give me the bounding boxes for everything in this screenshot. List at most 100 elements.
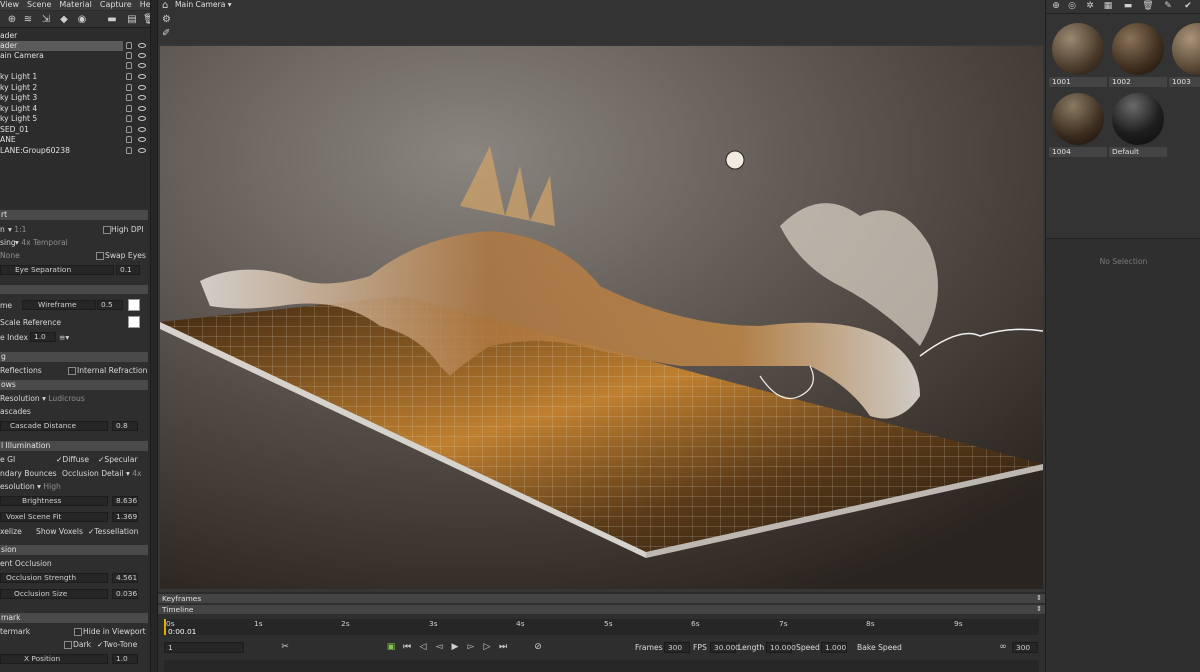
eye-icon[interactable] <box>138 116 146 121</box>
folder-icon[interactable]: ▬ <box>106 14 118 25</box>
stereo-mode-dropdown[interactable]: None <box>0 251 20 261</box>
record-icon[interactable]: ⊘ <box>533 642 543 654</box>
x-position-slider[interactable]: X Position <box>0 654 108 664</box>
eye-icon[interactable] <box>138 137 146 142</box>
timeline-header[interactable]: Timeline ⇕ <box>158 605 1045 614</box>
collapse-icon[interactable]: ⇕ <box>1036 605 1042 614</box>
material-tile-1004[interactable]: 1004 <box>1049 90 1107 160</box>
tree-row-sky-light-4[interactable]: ky Light 4 <box>0 104 150 114</box>
section-header-occlusion[interactable]: sion <box>0 545 148 555</box>
frame-field[interactable]: 1 <box>164 642 244 653</box>
occlusion-strength-slider[interactable]: Occlusion Strength <box>0 573 108 583</box>
edit-icon[interactable]: ✎ <box>1162 1 1174 13</box>
fps-field[interactable]: 30.000 <box>710 642 740 653</box>
cascade-distance-slider[interactable]: Cascade Distance <box>0 421 108 431</box>
eye-separation-value[interactable]: 0.1 <box>116 265 140 275</box>
tree-row-main-camera[interactable]: ain Camera <box>0 51 150 61</box>
environment-icon[interactable]: ◉ <box>76 14 88 25</box>
x-position-value[interactable]: 1.0 <box>112 654 138 664</box>
prev-frame-icon[interactable]: ◅ <box>434 642 444 654</box>
eye-icon[interactable] <box>138 74 146 79</box>
eye-icon[interactable] <box>138 85 146 90</box>
lock-icon[interactable] <box>126 147 132 154</box>
eye-icon[interactable] <box>138 43 146 48</box>
specular-checkbox[interactable]: ✓Specular <box>98 455 138 465</box>
tree-row-plane-group[interactable]: LANE:Group60238 <box>0 146 150 156</box>
section-header-shadows[interactable]: ows <box>0 380 148 390</box>
eye-icon[interactable] <box>138 53 146 58</box>
sun-light-icon[interactable] <box>725 150 745 170</box>
tree-row-sky-light-2[interactable]: ky Light 2 <box>0 83 150 93</box>
playhead[interactable] <box>164 619 166 635</box>
lock-icon[interactable] <box>126 62 132 69</box>
swap-eyes-checkbox[interactable] <box>96 252 104 260</box>
material-icon[interactable]: ◆ <box>58 14 70 25</box>
two-tone-checkbox[interactable]: ✓Two-Tone <box>97 640 137 650</box>
keyframes-header[interactable]: Keyframes ⇕ <box>158 594 1045 603</box>
eye-icon[interactable] <box>138 148 146 153</box>
lock-icon[interactable] <box>126 52 132 59</box>
check-icon[interactable]: ✔ <box>1182 1 1194 13</box>
tree-row-sky-light-5[interactable]: ky Light 5 <box>0 114 150 124</box>
add-object-icon[interactable]: ⊕ <box>6 14 18 25</box>
next-key-icon[interactable]: ▷ <box>482 642 492 654</box>
scale-reference-swatch[interactable] <box>128 316 140 328</box>
scissors-icon[interactable]: ✂ <box>280 642 290 654</box>
viewport[interactable] <box>158 44 1045 592</box>
voxelize-button[interactable]: xelize <box>0 527 22 537</box>
lock-icon[interactable] <box>126 84 132 91</box>
skip-end-icon[interactable]: ⏭ <box>498 642 508 654</box>
index-value[interactable]: 1.0 <box>30 332 56 342</box>
lock-icon[interactable] <box>126 136 132 143</box>
folder-icon[interactable]: ▬ <box>1122 1 1134 13</box>
material-tile-1002[interactable]: 1002 <box>1109 20 1167 90</box>
frames-field[interactable]: 300 <box>664 642 690 653</box>
gear-icon[interactable]: ⚙ <box>162 14 171 25</box>
next-frame-icon[interactable]: ▻ <box>466 642 476 654</box>
occlusion-strength-value[interactable]: 4.561 <box>112 573 138 583</box>
internal-refraction-checkbox[interactable] <box>68 367 76 375</box>
tree-row-used[interactable]: SED_01 <box>0 125 150 135</box>
eye-icon[interactable] <box>138 63 146 68</box>
speed-field[interactable]: 1.000 <box>821 642 847 653</box>
lock-icon[interactable] <box>126 42 132 49</box>
lock-icon[interactable] <box>126 115 132 122</box>
merge-icon[interactable]: ✲ <box>1084 1 1096 13</box>
import-icon[interactable]: ⇲ <box>40 14 52 25</box>
wireframe-color-swatch[interactable] <box>128 299 140 311</box>
delete-icon[interactable]: 🗑 <box>1142 1 1154 13</box>
gi-resolution-dropdown[interactable]: esolution ▾ High <box>0 482 61 492</box>
layers-icon[interactable]: ▤ <box>126 14 138 25</box>
wireframe-value[interactable]: 0.5 <box>97 300 123 310</box>
menu-scene[interactable]: Scene <box>27 0 51 9</box>
resolution-dropdown[interactable]: ▾ 1:1 <box>8 225 26 235</box>
lock-icon[interactable] <box>126 73 132 80</box>
wireframe-slider[interactable]: Wireframe <box>22 300 96 310</box>
eye-icon[interactable] <box>138 95 146 100</box>
tree-row-sky-light-3[interactable]: ky Light 3 <box>0 93 150 103</box>
prev-key-icon[interactable]: ◁ <box>418 642 428 654</box>
clone-icon[interactable]: ≋ <box>22 14 34 25</box>
cascade-distance-value[interactable]: 0.8 <box>112 421 138 431</box>
expand-icon[interactable]: ⇕ <box>1036 594 1042 603</box>
menu-view[interactable]: View <box>0 0 19 9</box>
section-header-gi[interactable]: l Illumination <box>0 441 148 451</box>
section-header-viewport[interactable]: rt <box>0 210 148 220</box>
tessellation-checkbox[interactable]: ✓Tessellation <box>88 527 138 537</box>
pen-icon[interactable]: ✐ <box>162 28 170 39</box>
add-material-icon[interactable]: ⊕ <box>1050 1 1062 13</box>
menu-capture[interactable]: Capture <box>100 0 132 9</box>
eye-icon[interactable] <box>138 127 146 132</box>
material-tile-1001[interactable]: 1001 <box>1049 20 1107 90</box>
section-header-reflections[interactable]: g <box>0 352 148 362</box>
duplicate-icon[interactable]: ◎ <box>1066 1 1078 13</box>
diffuse-checkbox[interactable]: ✓Diffuse <box>56 455 89 465</box>
tree-row-blank[interactable] <box>0 61 150 71</box>
eye-icon[interactable] <box>138 106 146 111</box>
skip-start-icon[interactable]: ⏮ <box>402 642 412 654</box>
occlusion-detail-dropdown[interactable]: Occlusion Detail ▾ 4x <box>62 469 142 479</box>
brightness-value[interactable]: 8.636 <box>112 496 138 506</box>
voxel-scene-fit-slider[interactable]: Voxel Scene Fit <box>0 512 108 522</box>
tree-row-plane[interactable]: ANE <box>0 135 150 145</box>
keyframe-track[interactable] <box>164 660 1039 672</box>
